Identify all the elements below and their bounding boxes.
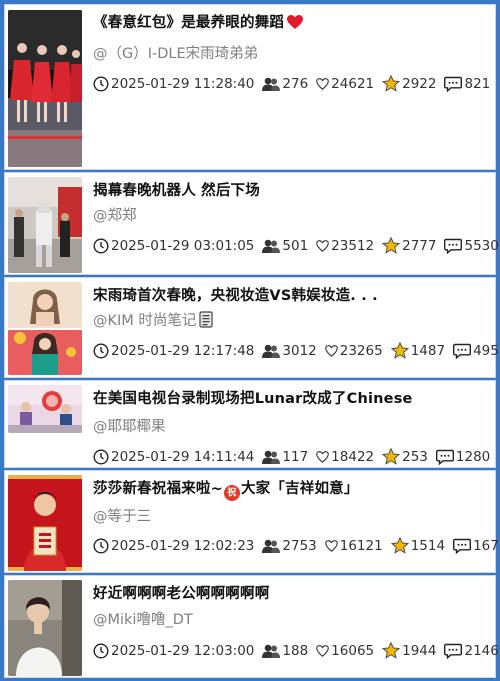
like-count: 18422 [331, 448, 375, 465]
list-item[interactable]: 揭幕春晚机器人 然后下场 @郑郑 2025-01-29 03:01:05 501… [4, 172, 499, 275]
favorite-count: 253 [402, 448, 428, 465]
item-meta: 2025-01-29 03:01:05 501 23512 2777 5530 [93, 237, 499, 254]
item-info: 在美国电视台录制现场把Lunar改成了Chinese @耶耶椰果 2025-01… [91, 381, 491, 467]
clock-icon [93, 75, 109, 92]
list-item[interactable]: 宋雨琦首次春晚，央视妆造VS韩娱妆造. . . @KIM 时尚笔记 2025-0… [4, 277, 499, 378]
star-icon [390, 537, 409, 554]
comment-count: 1280 [455, 448, 491, 465]
item-time: 2025-01-29 12:17:48 [111, 342, 255, 359]
video-thumbnail[interactable] [8, 177, 82, 273]
item-title[interactable]: 莎莎新春祝福来啦~ 祝大家「吉祥如意」 [93, 477, 359, 501]
like-icon [316, 644, 329, 657]
comment-icon [435, 449, 454, 465]
blessing-badge-icon: 祝 [223, 485, 240, 501]
star-icon [382, 237, 401, 254]
like-count: 24621 [331, 75, 375, 92]
like-icon [324, 539, 338, 552]
clock-icon [93, 537, 109, 554]
comment-icon [453, 538, 472, 554]
video-thumbnail[interactable] [8, 580, 82, 676]
comment-count: 495 [473, 342, 499, 359]
star-icon [382, 75, 401, 92]
comment-count: 2146 [464, 642, 499, 659]
item-info: 好近啊啊啊老公啊啊啊啊啊 @Miki噜噜_DT 2025-01-29 12:03… [91, 576, 499, 677]
item-author[interactable]: @等于三 [93, 505, 151, 526]
comment-count: 5530 [464, 237, 499, 254]
item-title[interactable]: 在美国电视台录制现场把Lunar改成了Chinese [93, 387, 413, 408]
favorite-count: 2777 [402, 237, 437, 254]
item-title[interactable]: 好近啊啊啊老公啊啊啊啊啊 [93, 582, 269, 603]
list-item[interactable]: 《春意红包》是最养眼的舞蹈 @（G）I-DLE宋雨琦弟弟 2025-01-29 … [4, 4, 496, 170]
favorite-count: 1487 [410, 342, 446, 359]
item-time: 2025-01-29 11:28:40 [111, 75, 255, 92]
list-item[interactable]: 莎莎新春祝福来啦~ 祝大家「吉祥如意」 @等于三 2025-01-29 12:02… [4, 470, 499, 573]
item-info: 《春意红包》是最养眼的舞蹈 @（G）I-DLE宋雨琦弟弟 2025-01-29 … [91, 5, 491, 169]
favorite-count: 2922 [402, 75, 437, 92]
item-meta: 2025-01-29 14:11:44 117 18422 253 1280 [93, 448, 490, 465]
fans-icon [262, 644, 281, 658]
fans-count: 188 [282, 642, 309, 659]
like-icon [316, 239, 329, 252]
video-thumbnail[interactable] [8, 10, 82, 167]
fans-icon [262, 450, 281, 464]
star-icon [382, 448, 401, 465]
item-title[interactable]: 宋雨琦首次春晚，央视妆造VS韩娱妆造. . . [93, 284, 378, 305]
comment-icon [453, 343, 472, 359]
item-meta: 2025-01-29 12:03:00 188 16065 1944 2146 [93, 642, 499, 659]
list-item[interactable]: 在美国电视台录制现场把Lunar改成了Chinese @耶耶椰果 2025-01… [4, 380, 496, 468]
clock-icon [93, 237, 109, 254]
item-title[interactable]: 揭幕春晚机器人 然后下场 [93, 179, 260, 200]
item-info: 揭幕春晚机器人 然后下场 @郑郑 2025-01-29 03:01:05 501… [91, 173, 499, 274]
video-thumbnail[interactable] [8, 385, 82, 433]
like-count: 16065 [331, 642, 375, 659]
star-icon [390, 342, 409, 359]
notebook-icon [199, 311, 214, 328]
item-author[interactable]: @KIM 时尚笔记 [93, 309, 214, 330]
comment-icon [444, 643, 463, 659]
like-icon [316, 450, 329, 463]
fans-count: 276 [282, 75, 309, 92]
fans-icon [262, 539, 281, 553]
item-meta: 2025-01-29 12:02:23 2753 16121 1514 167 [93, 537, 499, 554]
item-time: 2025-01-29 12:03:00 [111, 642, 255, 659]
heart-icon [287, 15, 304, 29]
clock-icon [93, 642, 109, 659]
video-thumbnail[interactable] [8, 282, 82, 375]
item-author[interactable]: @Miki噜噜_DT [93, 608, 193, 629]
item-meta: 2025-01-29 12:17:48 3012 23265 1487 495 [93, 342, 499, 359]
item-time: 2025-01-29 12:02:23 [111, 537, 255, 554]
clock-icon [93, 342, 109, 359]
comment-icon [444, 76, 463, 92]
item-author[interactable]: @郑郑 [93, 204, 137, 225]
item-time: 2025-01-29 14:11:44 [111, 448, 255, 465]
like-count: 23512 [331, 237, 375, 254]
fans-count: 501 [282, 237, 309, 254]
item-author[interactable]: @（G）I-DLE宋雨琦弟弟 [93, 42, 258, 63]
like-count: 23265 [339, 342, 383, 359]
comment-count: 821 [464, 75, 491, 92]
item-info: 宋雨琦首次春晚，央视妆造VS韩娱妆造. . . @KIM 时尚笔记 2025-0… [91, 278, 499, 377]
comment-icon [444, 238, 463, 254]
fans-count: 3012 [282, 342, 317, 359]
item-time: 2025-01-29 03:01:05 [111, 237, 255, 254]
item-info: 莎莎新春祝福来啦~ 祝大家「吉祥如意」 @等于三 2025-01-29 12:02… [91, 471, 499, 572]
like-count: 16121 [339, 537, 383, 554]
fans-icon [262, 77, 281, 91]
fans-icon [262, 344, 281, 358]
item-author[interactable]: @耶耶椰果 [93, 415, 166, 436]
item-meta: 2025-01-29 11:28:40 276 24621 2922 821 [93, 75, 490, 92]
list-item[interactable]: 好近啊啊啊老公啊啊啊啊啊 @Miki噜噜_DT 2025-01-29 12:03… [4, 575, 499, 678]
item-title[interactable]: 《春意红包》是最养眼的舞蹈 [93, 11, 304, 32]
comment-count: 167 [473, 537, 499, 554]
like-icon [324, 344, 338, 357]
like-icon [316, 77, 329, 90]
video-thumbnail[interactable] [8, 475, 82, 571]
fans-icon [262, 239, 281, 253]
favorite-count: 1514 [410, 537, 446, 554]
fans-count: 117 [282, 448, 309, 465]
fans-count: 2753 [282, 537, 317, 554]
clock-icon [93, 448, 109, 465]
favorite-count: 1944 [402, 642, 437, 659]
star-icon [382, 642, 401, 659]
